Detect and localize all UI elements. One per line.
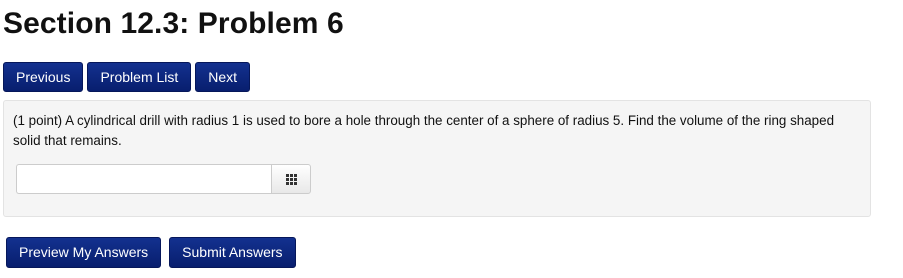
previous-button[interactable]: Previous: [3, 62, 84, 92]
answer-group: [16, 164, 311, 194]
grid-icon: [285, 173, 297, 185]
answer-actions: Preview My Answers Submit Answers: [6, 237, 296, 268]
page-title: Section 12.3: Problem 6: [3, 7, 344, 40]
problem-navigation: Previous Problem List Next: [3, 62, 251, 92]
problem-statement: (1 point) A cylindrical drill with radiu…: [13, 113, 835, 148]
preview-answers-button[interactable]: Preview My Answers: [6, 237, 162, 268]
problem-list-button[interactable]: Problem List: [87, 62, 192, 92]
submit-answers-button[interactable]: Submit Answers: [169, 237, 296, 268]
equation-editor-button[interactable]: [271, 164, 311, 194]
next-button[interactable]: Next: [195, 62, 251, 92]
problem-page: Section 12.3: Problem 6 Previous Problem…: [0, 0, 903, 278]
answer-input[interactable]: [16, 164, 271, 194]
problem-panel: (1 point) A cylindrical drill with radiu…: [3, 100, 871, 217]
